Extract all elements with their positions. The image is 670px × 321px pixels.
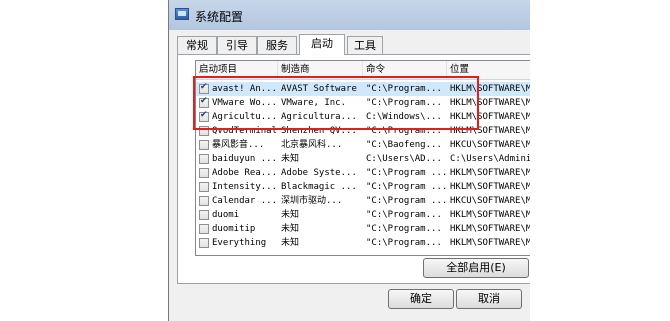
manufacturer-cell: 深圳市驱动...	[281, 196, 343, 206]
cancel-button[interactable]: 取消	[456, 289, 522, 309]
startup-item-checkbox[interactable]	[199, 224, 209, 234]
startup-item-checkbox[interactable]	[199, 140, 209, 150]
manufacturer-cell: 未知	[281, 210, 300, 220]
location-cell: HKCU\SOFTWARE\M...	[450, 140, 530, 150]
tab-services[interactable]: 服务	[257, 36, 297, 54]
table-row[interactable]: baiduyun ... 未知 C:\Users\AD... C:\Users\Adm…	[196, 152, 530, 166]
manufacturer-cell: 未知	[281, 224, 300, 234]
location-cell: HKLM\SOFTWARE\M...	[450, 168, 530, 178]
startup-item-name: 暴风影音...	[212, 140, 265, 150]
system-config-window: 系统配置 常规 引导 服务 启动 工具 启动项目 制造商 命令 位置 avast…	[168, 0, 530, 321]
table-row[interactable]: Calendar ... 深圳市驱动... "C:\Program ... HKCU\…	[196, 194, 530, 208]
startup-item-checkbox[interactable]	[199, 154, 209, 164]
startup-item-name: Calendar ...	[212, 196, 278, 206]
manufacturer-cell: 未知	[281, 238, 300, 248]
tab-boot[interactable]: 引导	[217, 36, 257, 54]
msconfig-app-icon	[175, 8, 189, 20]
startup-item-name: baiduyun ...	[212, 154, 278, 164]
startup-item-name: duomi	[212, 210, 240, 220]
command-cell: "C:\Program...	[366, 224, 442, 234]
command-cell: "C:\Program ...	[366, 168, 446, 178]
tab-startup[interactable]: 启动	[299, 34, 345, 55]
startup-item-name: Everything	[212, 238, 267, 248]
startup-item-name: Adobe Rea...	[212, 168, 278, 178]
table-row[interactable]: Intensity... Blackmagic ... "C:\Program ..…	[196, 180, 530, 194]
location-cell: C:\Users\Admini...	[450, 154, 530, 164]
title-bar: 系统配置	[169, 0, 530, 30]
tab-general[interactable]: 常规	[177, 36, 217, 54]
manufacturer-cell: Blackmagic ...	[281, 182, 357, 192]
table-row[interactable]: 暴风影音... 北京暴风科... "C:\Baofeng... HKCU\SOFTWA…	[196, 138, 530, 152]
table-row[interactable]: duomitip 未知 "C:\Program... HKLM\SOFTWARE\M.…	[196, 222, 530, 236]
manufacturer-cell: Adobe Syste...	[281, 168, 357, 178]
command-cell: "C:\Program...	[366, 238, 442, 248]
command-cell: "C:\Program ...	[366, 196, 446, 206]
ok-button[interactable]: 确定	[388, 289, 454, 309]
manufacturer-cell: 未知	[281, 154, 300, 164]
command-cell: "C:\Program ...	[366, 182, 446, 192]
manufacturer-cell: 北京暴风科...	[281, 140, 343, 150]
location-cell: HKLM\SOFTWARE\M...	[450, 182, 530, 192]
table-row[interactable]: duomi 未知 "C:\Program... HKLM\SOFTWARE\M...	[196, 208, 530, 222]
command-cell: C:\Users\AD...	[366, 154, 442, 164]
window-title: 系统配置	[195, 10, 244, 24]
startup-item-checkbox[interactable]	[199, 168, 209, 178]
enable-all-button[interactable]: 全部启用(E)	[423, 258, 529, 278]
location-cell: HKLM\SOFTWARE\M...	[450, 238, 530, 248]
location-cell: HKLM\SOFTWARE\M...	[450, 224, 530, 234]
startup-item-name: Intensity...	[212, 182, 278, 192]
startup-item-name: duomitip	[212, 224, 256, 234]
location-cell: HKCU\SOFTWARE\M...	[450, 196, 530, 206]
tab-tools[interactable]: 工具	[347, 36, 383, 54]
startup-item-checkbox[interactable]	[199, 238, 209, 248]
startup-item-checkbox[interactable]	[199, 210, 209, 220]
command-cell: "C:\Program...	[366, 210, 442, 220]
startup-item-checkbox[interactable]	[199, 196, 209, 206]
table-row[interactable]: Adobe Rea... Adobe Syste... "C:\Program ..…	[196, 166, 530, 180]
startup-item-checkbox[interactable]	[199, 182, 209, 192]
table-row[interactable]: Everything 未知 "C:\Program... HKLM\SOFTWARE\…	[196, 236, 530, 250]
red-highlight-box	[193, 76, 479, 130]
location-cell: HKLM\SOFTWARE\M...	[450, 210, 530, 220]
command-cell: "C:\Baofeng...	[366, 140, 442, 150]
